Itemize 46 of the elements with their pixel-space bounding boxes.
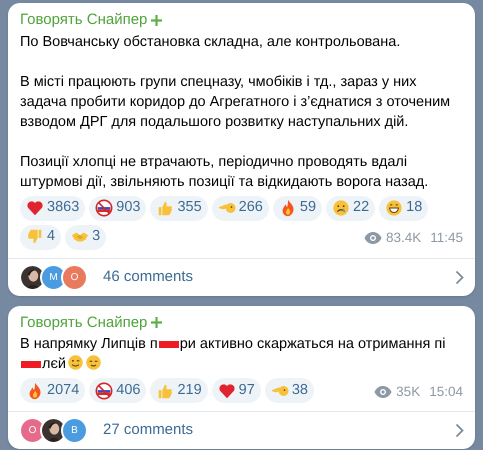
reaction-chip[interactable]: 903 [89, 196, 146, 220]
crossed-flag-icon [95, 199, 114, 217]
plus-icon [151, 14, 162, 26]
eye-icon [374, 386, 392, 398]
reaction-chip[interactable]: 406 [89, 378, 146, 403]
winking-face-icon [66, 354, 84, 371]
message-text: Позиції хлопці не втрачають, періодично проводять вдалі штурмові дії, звільняють позиції та відкидають ворога назад. [20, 152, 430, 192]
message-time: 15:04 [429, 382, 463, 401]
crossed-flag-icon [95, 382, 114, 400]
plus-icon [151, 317, 162, 328]
reaction-chip[interactable]: 59 [272, 196, 322, 220]
heart-icon [218, 382, 236, 400]
reaction-chip[interactable]: 18 [379, 196, 428, 220]
reaction-chip[interactable]: 38 [264, 378, 314, 403]
view-count: 83.4K [386, 229, 422, 248]
avatar-initial: B [61, 417, 88, 444]
eye-icon [364, 232, 382, 244]
grinning-face-icon [385, 199, 404, 217]
channel-name[interactable]: Говорять Снайпер [20, 312, 148, 334]
message-time: 11:45 [430, 229, 463, 248]
reaction-chip[interactable]: 3 [65, 224, 106, 250]
thumbs-up-icon [156, 199, 174, 217]
message-text: По Вовчанську обстановка складна, але контрольована. [20, 32, 402, 52]
reaction-chip[interactable]: 4 [20, 224, 62, 250]
comments-link[interactable]: 27 comments [103, 419, 194, 442]
reaction-chip[interactable]: 97 [212, 378, 261, 403]
message-text: В місті працюють групи спецназу, чмобіків і тд., зараз у них задача пробити коридор до Агрегатного і з’єднатися з оточеним взводом ДРГ для подальшого розвитку наступальних дій. [20, 72, 452, 132]
chevron-right-icon[interactable] [455, 423, 464, 438]
heart-icon [26, 199, 44, 217]
message-text: В напрямку Липців п ри активно скаржаться на отримання пі лєй [20, 335, 446, 374]
reaction-chip[interactable]: 266 [212, 196, 269, 220]
redaction-mark [21, 360, 41, 368]
thumbs-down-icon [26, 228, 44, 246]
avatar-initial: O [61, 264, 88, 290]
reaction-chip[interactable]: 22 [326, 196, 376, 220]
crying-face-icon [332, 199, 350, 217]
smiling-face-icon [84, 354, 102, 371]
chevron-right-icon[interactable] [455, 270, 464, 284]
channel-name[interactable]: Говорять Снайпер [20, 9, 148, 32]
view-count: 35K [396, 382, 420, 401]
reaction-chip[interactable]: 2074 [20, 378, 86, 403]
reaction-chip[interactable]: 219 [150, 378, 208, 403]
reaction-chip[interactable]: 355 [150, 196, 208, 220]
reaction-chip[interactable]: 3863 [20, 196, 86, 220]
redaction-mark [158, 340, 179, 348]
comments-link[interactable]: 46 comments [103, 266, 194, 288]
